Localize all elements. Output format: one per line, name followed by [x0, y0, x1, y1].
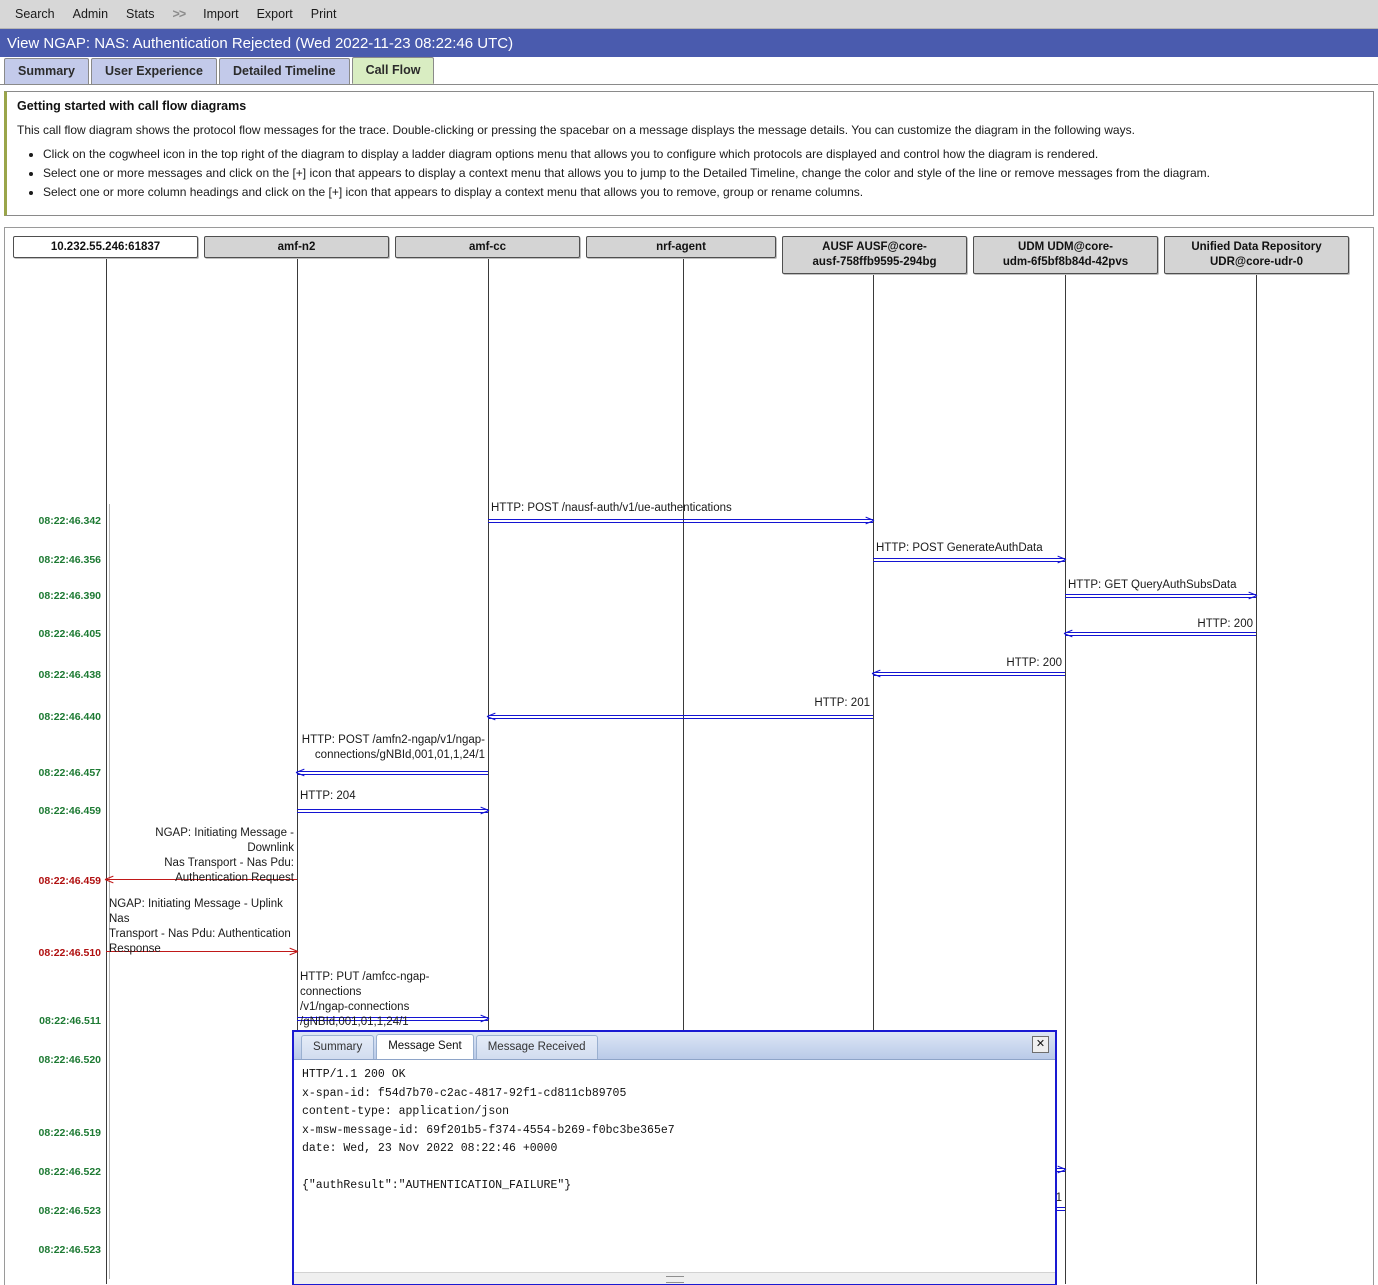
menu-item-[interactable]: >>	[164, 7, 195, 21]
message-detail-panel[interactable]: Summary Message Sent Message Received ✕ HTT…	[292, 1030, 1057, 1285]
message-label[interactable]: NGAP: Initiating Message - Downlink Nas …	[109, 826, 294, 886]
timestamp-label: 08:22:46.523	[38, 1244, 101, 1256]
detail-tab-message-sent[interactable]: Message Sent	[376, 1034, 474, 1059]
help-intro: This call flow diagram shows the protoco…	[17, 123, 1135, 137]
column-header-label: amf-n2	[277, 240, 316, 253]
column-header-sublabel: udm-6f5bf8b84d-42pvs	[1002, 256, 1129, 268]
page-title-bar: View NGAP: NAS: Authentication Rejected …	[0, 29, 1378, 57]
getting-started-panel: Getting started with call flow diagrams …	[4, 91, 1374, 216]
timestamp-label: 08:22:46.519	[38, 1127, 101, 1139]
timestamp-label: 08:22:46.510	[38, 947, 101, 959]
message-label[interactable]: HTTP: POST GenerateAuthData	[876, 541, 1062, 556]
timestamp-label: 08:22:46.459	[38, 875, 101, 887]
tab-summary[interactable]: Summary	[4, 58, 89, 84]
lifeline-udr	[1256, 275, 1257, 1284]
timestamp-label: 08:22:46.342	[38, 515, 101, 527]
menu-item-stats[interactable]: Stats	[117, 7, 164, 21]
message-label[interactable]: HTTP: 200	[876, 656, 1062, 671]
column-header-label: Unified Data Repository	[1191, 241, 1322, 253]
detail-panel-resize-handle[interactable]	[294, 1272, 1055, 1284]
timestamp-label: 08:22:46.390	[38, 590, 101, 602]
column-header-ausf[interactable]: AUSF AUSF@core-ausf-758ffb9595-294bg	[782, 236, 967, 274]
main-tab-strip: Summary User Experience Detailed Timeline C…	[0, 57, 1378, 85]
menu-item-export[interactable]: Export	[248, 7, 302, 21]
message-label[interactable]: HTTP: POST /amfn2-ngap/v1/ngap- connecti…	[300, 733, 485, 763]
timestamp-label: 08:22:46.438	[38, 669, 101, 681]
message-arrow[interactable]	[297, 809, 488, 816]
tab-call-flow[interactable]: Call Flow	[351, 57, 435, 84]
message-arrow[interactable]	[873, 672, 1065, 679]
timestamp-label: 08:22:46.457	[38, 767, 101, 779]
tab-user-experience[interactable]: User Experience	[90, 58, 217, 84]
message-label[interactable]: NGAP: Initiating Message - Uplink Nas Tr…	[109, 897, 294, 957]
column-header-label: AUSF AUSF@core-	[822, 241, 927, 253]
message-detail-body: HTTP/1.1 200 OK x-span-id: f54d7b70-c2ac…	[302, 1068, 675, 1192]
timestamp-label: 08:22:46.459	[38, 805, 101, 817]
timestamp-label: 08:22:46.523	[38, 1205, 101, 1217]
timestamp-label: 08:22:46.522	[38, 1166, 101, 1178]
message-label[interactable]: HTTP: GET QueryAuthSubsData	[1068, 578, 1253, 593]
message-label[interactable]: HTTP: POST /nausf-auth/v1/ue-authenticat…	[491, 501, 870, 516]
help-bullet: Select one or more messages and click on…	[43, 164, 1363, 183]
message-label[interactable]: HTTP: 204	[300, 789, 485, 804]
page-title: View NGAP: NAS: Authentication Rejected …	[7, 34, 514, 52]
column-header-label: UDM UDM@core-	[1018, 241, 1113, 253]
call-flow-diagram[interactable]: 10.232.55.246:61837 amf-n2 amf-cc nrf-agent…	[4, 227, 1374, 1285]
column-header-nrf[interactable]: nrf-agent	[586, 236, 776, 258]
column-header-amfcc[interactable]: amf-cc	[395, 236, 580, 258]
timestamp-label: 08:22:46.520	[38, 1054, 101, 1066]
lifeline-ue	[106, 259, 107, 1284]
timestamp-gutter-divider	[109, 504, 110, 1279]
timestamp-label: 08:22:46.405	[38, 628, 101, 640]
detail-tab-strip: Summary Message Sent Message Received ✕	[294, 1032, 1055, 1060]
detail-tab-message-received[interactable]: Message Received	[475, 1035, 598, 1059]
help-bullet: Select one or more column headings and c…	[43, 183, 1363, 202]
column-header-label: nrf-agent	[656, 240, 706, 253]
column-header-sublabel: ausf-758ffb9595-294bg	[812, 256, 937, 268]
column-header-amfn2[interactable]: amf-n2	[204, 236, 389, 258]
help-bullet: Click on the cogwheel icon in the top ri…	[43, 145, 1363, 164]
column-header-label: 10.232.55.246:61837	[50, 240, 161, 253]
message-arrow[interactable]	[1065, 594, 1256, 601]
close-icon[interactable]: ✕	[1032, 1036, 1049, 1053]
column-header-label: amf-cc	[468, 240, 507, 253]
timestamp-label: 08:22:46.511	[39, 1015, 101, 1027]
column-header-sublabel: UDR@core-udr-0	[1210, 256, 1303, 268]
message-label[interactable]: HTTP: PUT /amfcc-ngap-connections /v1/ng…	[300, 970, 485, 1030]
menu-item-import[interactable]: Import	[194, 7, 247, 21]
column-header-udm[interactable]: UDM UDM@core-udm-6f5bf8b84d-42pvs	[973, 236, 1158, 274]
help-heading: Getting started with call flow diagrams	[17, 99, 247, 113]
message-label[interactable]: HTTP: 201	[491, 696, 870, 711]
message-arrow[interactable]	[873, 558, 1065, 565]
message-label[interactable]: HTTP: 200	[1068, 617, 1253, 632]
help-bullet-list: Click on the cogwheel icon in the top ri…	[17, 145, 1363, 202]
tab-detailed-timeline[interactable]: Detailed Timeline	[218, 58, 350, 84]
message-arrow[interactable]	[488, 715, 873, 722]
lifeline-udm	[1065, 275, 1066, 1284]
message-arrow[interactable]	[488, 519, 873, 526]
menu-bar: Search Admin Stats >> Import Export Print	[0, 0, 1378, 29]
column-header-ue[interactable]: 10.232.55.246:61837	[13, 236, 198, 258]
detail-tab-summary[interactable]: Summary	[301, 1035, 375, 1059]
column-header-udr[interactable]: Unified Data Repository UDR@core-udr-0	[1164, 236, 1349, 274]
menu-item-admin[interactable]: Admin	[64, 7, 117, 21]
timestamp-label: 08:22:46.440	[38, 711, 101, 723]
message-arrow[interactable]	[1065, 632, 1256, 639]
menu-item-search[interactable]: Search	[6, 7, 64, 21]
message-arrow[interactable]	[297, 771, 488, 778]
menu-item-print[interactable]: Print	[302, 7, 346, 21]
resize-grip-icon	[665, 1276, 684, 1283]
timestamp-label: 08:22:46.356	[38, 554, 101, 566]
